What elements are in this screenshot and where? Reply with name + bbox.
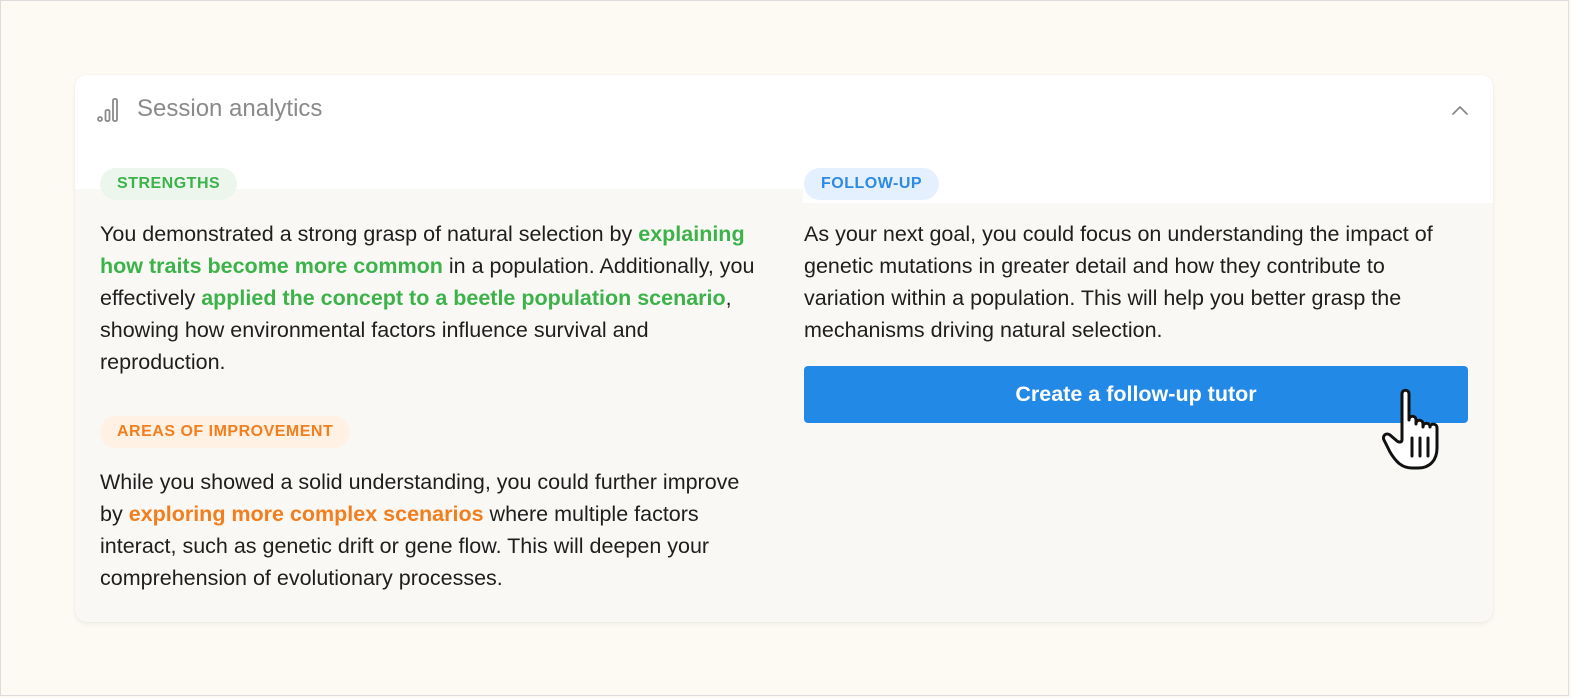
bar-chart-icon <box>97 98 118 122</box>
left-column: STRENGTHS You demonstrated a strong gras… <box>100 168 765 594</box>
strengths-text-1: You demonstrated a strong grasp of natur… <box>100 222 639 246</box>
strengths-badge: STRENGTHS <box>100 168 238 200</box>
followup-badge: FOLLOW-UP <box>804 168 940 200</box>
strengths-text: You demonstrated a strong grasp of natur… <box>100 218 765 378</box>
improvement-text: While you showed a solid understanding, … <box>100 466 765 594</box>
session-analytics-card: Session analytics STRENGTHS You demonstr… <box>75 75 1493 622</box>
followup-text: As your next goal, you could focus on un… <box>804 222 1433 342</box>
collapse-button[interactable] <box>1447 97 1473 123</box>
card-title: Session analytics <box>137 95 323 122</box>
improvement-highlight-1: exploring more complex scenarios <box>128 502 484 526</box>
strengths-highlight-2: applied the concept to a beetle populati… <box>201 286 726 310</box>
improvement-badge: AREAS OF IMPROVEMENT <box>100 416 351 448</box>
right-column: FOLLOW-UP As your next goal, you could f… <box>804 168 1469 423</box>
chevron-up-icon <box>1452 106 1468 115</box>
create-follow-up-tutor-button[interactable]: Create a follow-up tutor <box>804 366 1468 423</box>
